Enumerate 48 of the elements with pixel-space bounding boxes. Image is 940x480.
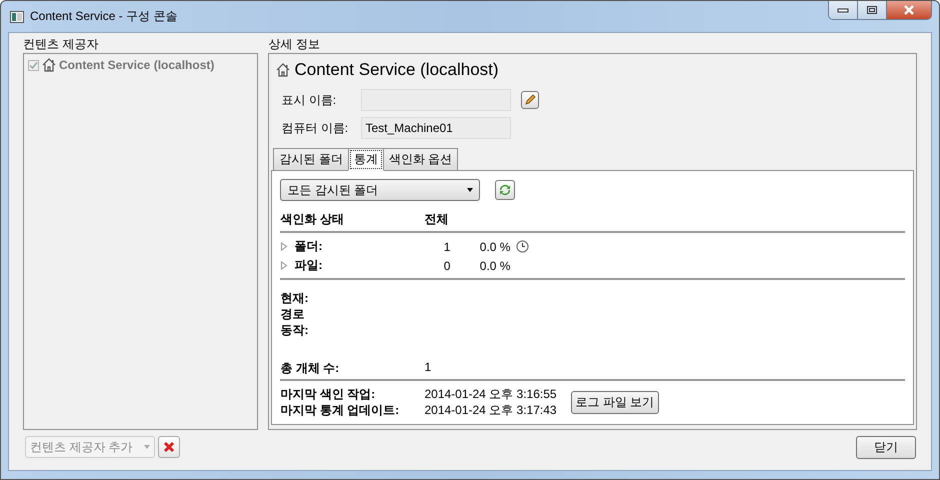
input-field[interactable]: Test_Machine01 [361,117,512,139]
home-icon [275,62,292,78]
info-value: 1 [424,360,432,376]
tab[interactable]: 통계 [348,148,384,171]
maximize-icon [866,5,878,15]
expander-icon[interactable] [280,261,288,270]
section-label: 상세 정보 [268,36,321,53]
delete-icon [163,441,175,453]
info-label: 총 개체 수: [280,360,340,377]
info-label: 경로 [280,306,306,322]
refresh-button[interactable] [495,180,516,200]
percent-value: 0.0 % [478,240,510,254]
info-value: 2014-01-24 오후 3:16:55 [424,386,557,402]
info-label: 현재: [280,290,310,306]
field-label: 컴퓨터 이름: [281,120,350,136]
column-header: 색인화 상태 [280,211,345,228]
info-label: 마지막 통계 업데이트: [280,402,400,418]
provider-heading: Content Service (localhost) [294,60,499,80]
column-header: 전체 [424,211,450,228]
folder-dropdown[interactable]: 모든 감시된 폴더 [280,179,480,201]
window-title: Content Service - 구성 콘솔 [30,8,178,25]
tab[interactable]: 색인화 옵션 [382,148,458,170]
total-value: 1 [442,240,450,254]
info-value: 2014-01-24 오후 3:17:43 [424,402,557,418]
row-label: 폴더: [294,238,322,255]
clock-icon [516,240,530,253]
info-label: 동작: [280,322,310,338]
pencil-icon [524,94,536,106]
close-button[interactable] [887,1,931,19]
expander-icon[interactable] [280,242,288,251]
total-value: 0 [442,258,450,272]
home-icon [41,57,57,73]
close-button[interactable]: 닫기 [856,436,916,458]
section-label: 컨텐츠 제공자 [23,36,100,53]
minimize-icon [837,7,849,13]
app-icon [10,10,24,22]
tab[interactable]: 감시된 폴더 [273,148,349,170]
edit-button[interactable] [521,91,540,109]
close-icon [903,5,915,15]
field-label: 표시 이름: [281,92,338,108]
delete-button[interactable] [158,436,180,458]
view-log-button[interactable]: 로그 파일 보기 [570,390,660,414]
info-label: 마지막 색인 작업: [280,386,376,402]
refresh-icon [498,183,512,197]
maximize-button[interactable] [858,1,887,19]
row-label: 파일: [294,257,322,274]
percent-value: 0.0 % [478,258,510,272]
minimize-button[interactable] [829,1,858,19]
